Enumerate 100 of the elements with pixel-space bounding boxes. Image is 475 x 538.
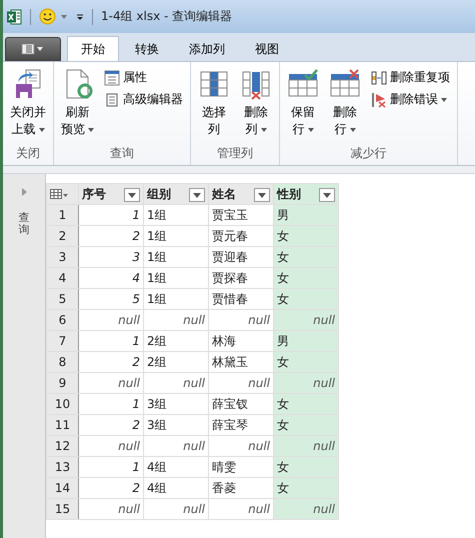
- name-cell: null: [208, 372, 274, 394]
- window-title: 1-4组 xlsx - 查询编辑器: [101, 8, 232, 25]
- name-cell: 林黛玉: [208, 352, 274, 372]
- row-number[interactable]: 11: [46, 414, 78, 436]
- ribbon-tab[interactable]: 开始: [67, 36, 119, 61]
- row-number[interactable]: 6: [46, 310, 78, 330]
- number-cell: 2: [78, 226, 144, 246]
- name-cell: 贾迎春: [208, 246, 274, 268]
- group-label: 查询: [110, 145, 134, 162]
- column-header[interactable]: 姓名: [208, 184, 274, 204]
- row-number[interactable]: 9: [46, 372, 78, 394]
- queries-pane-label[interactable]: 查询: [18, 212, 30, 236]
- properties-icon: [104, 70, 120, 86]
- customize-icon[interactable]: [76, 12, 84, 20]
- filter-button-icon[interactable]: [124, 188, 140, 202]
- file-menu-button[interactable]: [5, 37, 61, 61]
- number-cell: 1: [78, 204, 144, 226]
- name-cell: 贾探春: [208, 268, 274, 288]
- ribbon-button[interactable]: 高级编辑器: [102, 90, 185, 109]
- caret-icon: [260, 128, 266, 132]
- gender-cell: 男: [274, 204, 338, 226]
- group-label: 管理列: [217, 145, 253, 162]
- ribbon-button[interactable]: 删除 列: [238, 66, 274, 145]
- number-cell: 2: [78, 478, 144, 498]
- caret-icon: [308, 128, 314, 132]
- ribbon-button[interactable]: 保留 行: [285, 66, 321, 145]
- filter-button-icon[interactable]: [189, 188, 205, 202]
- row-number[interactable]: 15: [46, 498, 78, 520]
- number-cell: 1: [78, 330, 144, 352]
- name-cell: null: [208, 436, 274, 456]
- ribbon-tab[interactable]: 添加列: [175, 36, 239, 61]
- number-cell: 2: [78, 414, 144, 436]
- gender-cell: 女: [274, 226, 338, 246]
- gender-cell: 女: [274, 478, 338, 498]
- filter-button-icon[interactable]: [319, 188, 335, 202]
- row-number[interactable]: 12: [46, 436, 78, 456]
- column-header[interactable]: 组别: [144, 184, 208, 204]
- group-cell: 3组: [144, 394, 208, 414]
- remove-errors-icon: [371, 92, 387, 108]
- gender-cell: 男: [274, 330, 338, 352]
- gender-cell: 女: [274, 246, 338, 268]
- row-number[interactable]: 10: [46, 394, 78, 414]
- number-cell: 5: [78, 288, 144, 310]
- group-label: 减少行: [350, 145, 386, 162]
- row-number[interactable]: 7: [46, 330, 78, 352]
- number-cell: null: [78, 310, 144, 330]
- gender-cell: null: [274, 310, 338, 330]
- ribbon-button[interactable]: 刷新 预览: [59, 66, 96, 145]
- gender-cell: null: [274, 498, 338, 520]
- name-cell: 薛宝钗: [208, 394, 274, 414]
- gender-cell: 女: [274, 268, 338, 288]
- row-number[interactable]: 8: [46, 352, 78, 372]
- name-cell: null: [208, 498, 274, 520]
- number-cell: 1: [78, 394, 144, 414]
- ribbon-button[interactable]: 删除 行: [327, 66, 363, 145]
- group-cell: 3组: [144, 414, 208, 436]
- group-cell: null: [144, 310, 208, 330]
- ribbon-button[interactable]: 删除重复项: [369, 68, 452, 87]
- row-number[interactable]: 14: [46, 478, 78, 498]
- row-number[interactable]: 4: [46, 268, 78, 288]
- caret-icon: [350, 128, 356, 132]
- caret-icon: [38, 128, 44, 132]
- row-number[interactable]: 13: [46, 456, 78, 478]
- group-cell: null: [144, 498, 208, 520]
- table-menu-icon[interactable]: [50, 189, 68, 199]
- name-cell: null: [208, 310, 274, 330]
- filter-button-icon[interactable]: [254, 188, 270, 202]
- ribbon-tab[interactable]: 视图: [241, 36, 293, 61]
- name-cell: 林海: [208, 330, 274, 352]
- smiley-icon[interactable]: [39, 8, 56, 25]
- number-cell: 3: [78, 246, 144, 268]
- group-cell: 4组: [144, 456, 208, 478]
- group-cell: null: [144, 372, 208, 394]
- name-cell: 贾宝玉: [208, 204, 274, 226]
- row-number[interactable]: 1: [46, 204, 78, 226]
- ribbon-button[interactable]: 关闭并 上载: [8, 66, 48, 145]
- column-header[interactable]: 序号: [78, 184, 144, 204]
- gender-cell: 女: [274, 414, 338, 436]
- group-label: 关闭: [16, 145, 40, 162]
- group-cell: 2组: [144, 330, 208, 352]
- excel-icon[interactable]: [6, 8, 22, 24]
- ribbon-tab[interactable]: 转换: [121, 36, 173, 61]
- column-header[interactable]: 性别: [274, 184, 338, 204]
- ribbon-button[interactable]: 删除错误: [369, 90, 452, 109]
- group-cell: 1组: [144, 204, 208, 226]
- caret-icon[interactable]: [61, 14, 67, 18]
- group-cell: 2组: [144, 352, 208, 372]
- group-cell: 1组: [144, 226, 208, 246]
- number-cell: 2: [78, 352, 144, 372]
- name-cell: 香菱: [208, 478, 274, 498]
- row-number[interactable]: 2: [46, 226, 78, 246]
- name-cell: 贾元春: [208, 226, 274, 246]
- number-cell: 1: [78, 456, 144, 478]
- menu-icon: [21, 43, 45, 55]
- row-number[interactable]: 5: [46, 288, 78, 310]
- row-number[interactable]: 3: [46, 246, 78, 268]
- caret-icon: [88, 128, 94, 132]
- document-icon: [104, 92, 120, 108]
- ribbon-button[interactable]: 属性: [102, 68, 185, 87]
- ribbon-button[interactable]: 选择 列: [196, 66, 232, 145]
